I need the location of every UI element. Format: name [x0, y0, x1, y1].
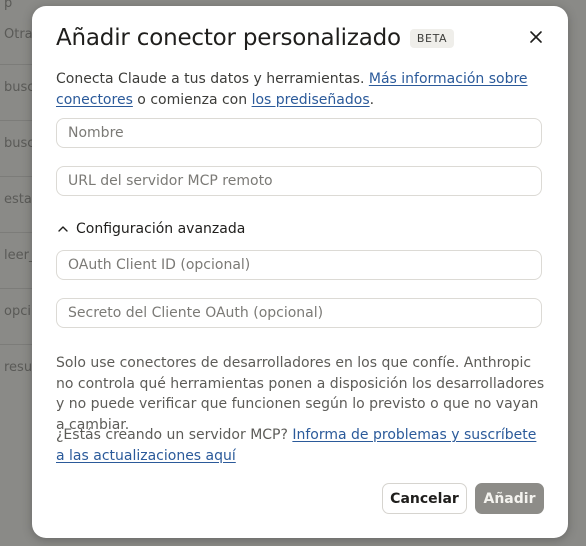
oauth-client-secret-input[interactable] [56, 298, 542, 328]
close-button[interactable] [526, 27, 546, 47]
background-item: p [4, 0, 13, 11]
mcp-note-text: ¿Estás creando un servidor MCP? [56, 427, 293, 443]
trust-disclaimer: Solo use conectores de desarrolladores e… [56, 355, 545, 433]
background-item: Otra [4, 27, 33, 42]
mcp-server-note: ¿Estás creando un servidor MCP? Informa … [56, 425, 546, 467]
background-item: opci [4, 304, 31, 319]
close-icon [530, 31, 542, 43]
oauth-client-id-input[interactable] [56, 250, 542, 280]
intro-text: o comienza con [132, 92, 252, 108]
background-item: leer_ [4, 248, 36, 263]
chevron-up-icon [58, 226, 68, 232]
dialog-title: Añadir conector personalizado [56, 25, 401, 51]
dialog-header: Añadir conector personalizado BETA [56, 25, 455, 51]
intro-text: Conecta Claude a tus datos y herramienta… [56, 71, 369, 87]
name-input[interactable] [56, 118, 542, 148]
prebuilt-connectors-link[interactable]: los prediseñados [252, 92, 370, 108]
server-url-input[interactable] [56, 166, 542, 196]
advanced-settings-label: Configuración avanzada [76, 221, 246, 237]
beta-badge: BETA [409, 28, 455, 48]
advanced-settings-toggle[interactable]: Configuración avanzada [56, 221, 245, 237]
intro-text: . [369, 92, 375, 108]
background-item: resu [4, 360, 33, 375]
add-button[interactable]: Añadir [475, 483, 544, 514]
dialog-description: Conecta Claude a tus datos y herramienta… [56, 69, 532, 111]
background-item: busc [4, 80, 35, 95]
cancel-button[interactable]: Cancelar [382, 483, 467, 514]
add-custom-connector-dialog: Añadir conector personalizado BETA Conec… [32, 6, 568, 538]
background-item: esta [4, 192, 32, 207]
background-item: busc [4, 136, 35, 151]
